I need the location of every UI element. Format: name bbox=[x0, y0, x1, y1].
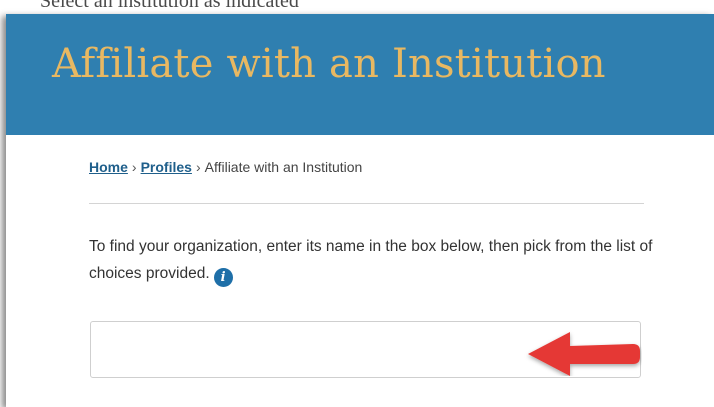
breadcrumb-profiles-link[interactable]: Profiles bbox=[141, 159, 192, 175]
cropped-caption: Select an institution as indicated bbox=[0, 0, 714, 14]
info-icon[interactable]: i bbox=[213, 268, 233, 287]
breadcrumb: Home › Profiles › Affiliate with an Institut… bbox=[89, 159, 362, 175]
institution-search-input[interactable] bbox=[90, 321, 641, 378]
page-frame: Affiliate with an Institution Home › Profi… bbox=[6, 14, 714, 407]
instructions-label: To find your organization, enter its nam… bbox=[89, 238, 653, 282]
page-title: Affiliate with an Institution bbox=[52, 41, 606, 87]
divider bbox=[89, 203, 644, 204]
breadcrumb-current: Affiliate with an Institution bbox=[204, 159, 363, 175]
cropped-caption-text: Select an institution as indicated bbox=[40, 0, 299, 12]
page-header-banner: Affiliate with an Institution bbox=[6, 14, 714, 135]
breadcrumb-separator: › bbox=[195, 159, 201, 175]
breadcrumb-home-link[interactable]: Home bbox=[89, 159, 128, 175]
breadcrumb-separator: › bbox=[131, 159, 137, 175]
instructions-text: To find your organization, enter its nam… bbox=[89, 233, 654, 287]
